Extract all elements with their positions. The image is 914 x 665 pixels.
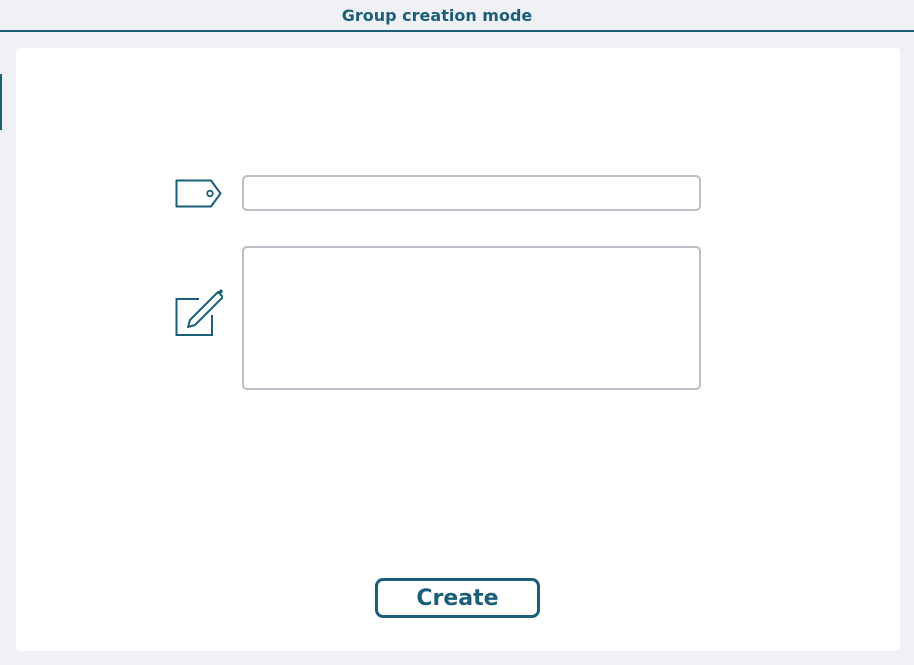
group-form-panel: Create — [16, 48, 900, 651]
side-indicator — [0, 74, 2, 130]
tag-icon — [175, 179, 223, 209]
group-description-input[interactable] — [242, 246, 701, 390]
group-name-input[interactable] — [242, 175, 701, 211]
create-button[interactable]: Create — [375, 578, 540, 618]
edit-icon — [175, 289, 223, 339]
page-title: Group creation mode — [341, 6, 533, 25]
header-bar: Group creation mode — [0, 0, 914, 32]
